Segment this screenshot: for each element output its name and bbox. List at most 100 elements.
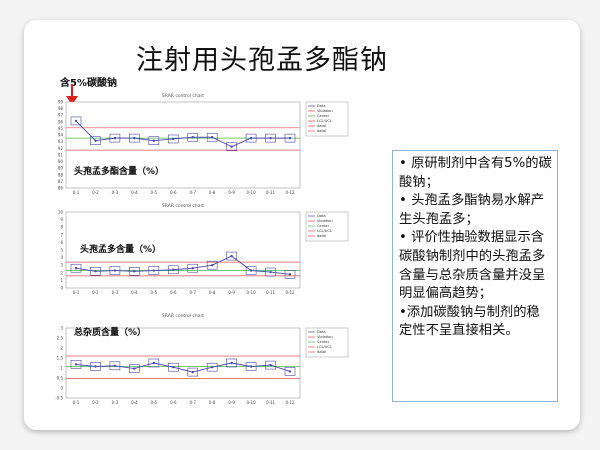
note-item: •添加碳酸钠与制剂的稳定性不呈直接相关。 <box>399 304 540 339</box>
x-tick-label: 0-7 <box>189 290 196 295</box>
x-tick-label: 0-10 <box>247 190 257 195</box>
x-tick-label: 0-12 <box>285 400 295 405</box>
data-point <box>249 136 253 140</box>
x-tick-label: 0-3 <box>112 400 119 405</box>
legend-entry: Data <box>317 330 326 334</box>
y-tick-label: 2.5 <box>57 336 64 341</box>
data-point <box>94 270 97 273</box>
x-tick-label: 0-10 <box>247 290 257 295</box>
x-tick-label: 0-3 <box>112 190 119 195</box>
legend-entry: Data <box>317 214 326 218</box>
legend-entry: LCL/UCL <box>317 229 332 233</box>
x-tick-label: 0-5 <box>151 290 158 295</box>
x-tick-label: 0-7 <box>189 400 196 405</box>
x-tick-label: 0-9 <box>228 290 235 295</box>
y-tick-label: 90 <box>58 159 64 164</box>
legend-entry: Data <box>317 104 326 108</box>
y-tick-label: 91 <box>58 152 64 157</box>
chart-header: SRAR control chart <box>162 93 204 99</box>
x-tick-label: 0-8 <box>209 290 216 295</box>
data-point <box>133 367 136 370</box>
legend-entry: datal <box>317 350 326 354</box>
note-item: • 评价性抽验数据显示含碳酸钠制剂中的头孢孟多含量与总杂质含量并没呈明显偏高趋势… <box>399 230 546 302</box>
y-tick-label: 95 <box>58 126 64 131</box>
x-tick-label: 0-11 <box>266 290 276 295</box>
data-point <box>133 270 136 273</box>
chart2-label: 头孢孟多含量（%） <box>80 245 162 255</box>
slide: 注射用头孢孟多酯钠 含5%碳酸钠 SRAR control chart 99 98 9… <box>24 20 580 430</box>
chart3-label: 总杂质含量（%） <box>74 328 147 338</box>
legend-entry: Center <box>317 224 330 228</box>
note-item: • 头孢孟多酯钠易水解产生头孢孟多； <box>399 193 545 227</box>
slide-title: 注射用头孢孟多酯钠 <box>136 45 388 76</box>
y-tick-label: 96 <box>58 119 64 124</box>
y-tick-label: 2 <box>60 346 63 351</box>
y-tick-label: 93 <box>58 139 64 144</box>
y-tick-label: 8 <box>60 225 63 230</box>
y-tick-label: 1.5 <box>57 356 64 361</box>
y-tick-label: 5 <box>60 248 63 253</box>
note-item: • 原研制剂中含有5%的碳酸钠； <box>399 156 552 190</box>
data-point <box>152 139 156 142</box>
y-tick-label: 97 <box>58 113 64 118</box>
data-point <box>113 364 117 367</box>
data-point <box>288 370 292 373</box>
chart1-label: 头孢孟多酯含量（%） <box>74 167 165 177</box>
chart-header: SRAR control chart <box>162 203 204 209</box>
legend-entry: LCL/UCL <box>317 345 332 349</box>
x-tick-label: 0-9 <box>228 190 235 195</box>
legend-entry: Violation <box>317 109 333 113</box>
plot-frame <box>65 327 301 399</box>
x-tick-label: 0-12 <box>285 190 295 195</box>
data-point <box>113 269 117 272</box>
data-point <box>249 365 253 368</box>
legend-entry: Violation <box>317 335 333 339</box>
data-point <box>288 273 292 276</box>
data-point <box>74 119 78 123</box>
data-point <box>191 267 194 270</box>
x-tick-label: 0-1 <box>73 190 80 195</box>
x-tick-label: 0-11 <box>266 190 276 195</box>
y-tick-label: 10 <box>58 210 64 215</box>
x-tick-label: 0-2 <box>92 190 99 195</box>
legend-entry: datal <box>317 234 326 238</box>
y-tick-label: 3 <box>60 326 63 331</box>
x-tick-label: 0-6 <box>170 290 177 295</box>
y-tick-label: 4 <box>60 255 63 260</box>
data-point <box>191 136 194 139</box>
x-tick-label: 0-2 <box>92 400 99 405</box>
data-point <box>249 269 253 272</box>
legend-entry: datal <box>317 129 326 133</box>
y-tick-label: 99 <box>58 100 64 105</box>
y-tick-label: 3 <box>60 263 63 268</box>
data-point <box>269 363 272 367</box>
data-point <box>172 366 175 369</box>
x-tick-label: 0-9 <box>228 400 235 405</box>
control-chart-2: SRAR control chart1098765432100-1 0-2 0-3 0… <box>58 203 349 295</box>
y-tick-label: 9 <box>60 217 63 222</box>
data-point <box>74 363 78 366</box>
data-point <box>152 361 156 365</box>
y-tick-label: 2 <box>60 270 63 275</box>
data-point <box>191 370 194 374</box>
x-tick-label: 0-1 <box>73 290 80 295</box>
x-tick-label: 0-12 <box>285 290 295 295</box>
x-tick-label: 0-5 <box>151 190 158 195</box>
legend-entry: datal <box>317 124 326 128</box>
data-point <box>152 269 156 272</box>
chart-header: SRAR control chart <box>162 313 204 319</box>
x-tick-label: 0-10 <box>247 400 257 405</box>
x-tick-label: 0-4 <box>131 190 138 195</box>
data-point <box>230 254 233 258</box>
y-tick-label: 1 <box>60 278 63 283</box>
y-tick-label: 0 <box>60 386 63 391</box>
x-tick-label: 0-8 <box>209 190 216 195</box>
y-tick-label: 7 <box>60 232 63 237</box>
data-point <box>172 268 175 271</box>
data-point <box>94 139 97 142</box>
y-tick-label: 86 <box>58 186 64 191</box>
data-point <box>269 270 272 274</box>
data-point <box>210 264 214 267</box>
data-point <box>210 136 214 139</box>
x-tick-label: 0-1 <box>73 400 80 405</box>
